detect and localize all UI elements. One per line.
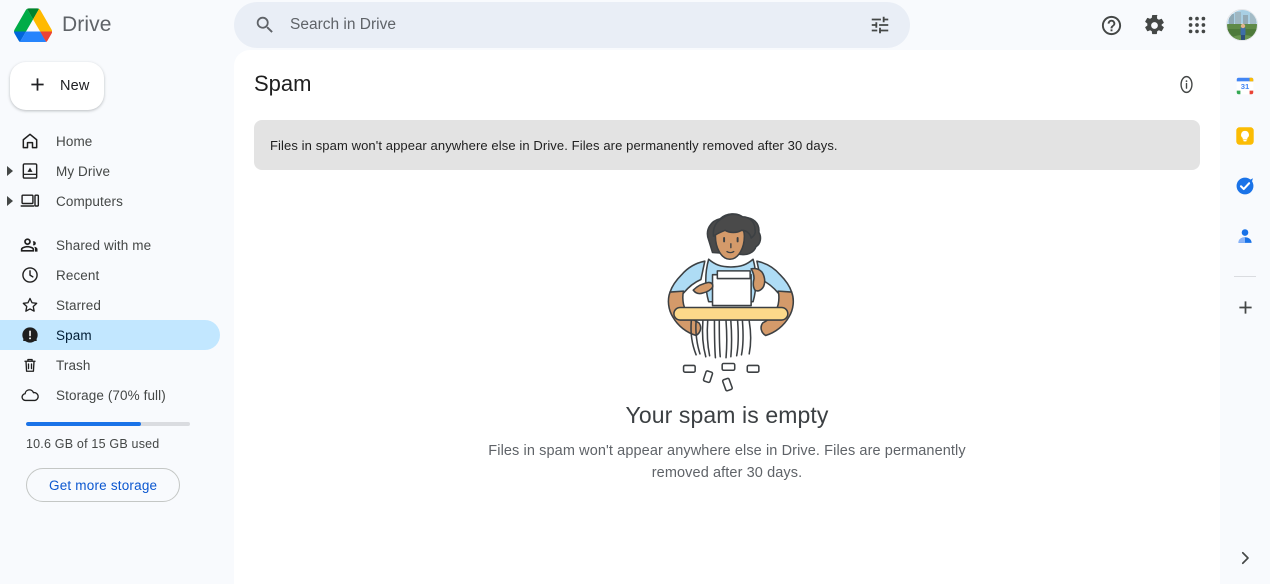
computer-icon — [20, 191, 40, 211]
expand-computers-icon[interactable] — [4, 195, 16, 207]
new-button-label: New — [60, 78, 90, 94]
sidebar-divider-gap — [0, 216, 220, 230]
trash-icon — [20, 355, 40, 375]
sidebar-item-label: Home — [56, 133, 93, 149]
sidebar-item-label: Trash — [56, 357, 91, 373]
search-icon[interactable] — [250, 10, 280, 40]
spam-notice-banner: Files in spam won't appear anywhere else… — [254, 120, 1200, 170]
sidebar-item-label: Storage (70% full) — [56, 387, 166, 403]
help-circle-icon[interactable] — [1091, 5, 1131, 45]
people-icon — [20, 235, 40, 255]
storage-progress-fill — [26, 422, 141, 426]
google-tasks-icon[interactable] — [1227, 168, 1263, 204]
tune-filter-icon[interactable] — [864, 9, 896, 41]
sidebar: New Home My Drive Computers Shared with … — [0, 50, 234, 584]
google-keep-icon[interactable] — [1227, 118, 1263, 154]
paper-shredder-illustration — [616, 196, 838, 392]
sidebar-item-label: Recent — [56, 267, 100, 283]
google-drive-logo-icon — [14, 8, 52, 42]
main-header: Spam — [234, 50, 1220, 118]
sidebar-item-trash[interactable]: Trash — [0, 350, 220, 380]
sidebar-item-label: My Drive — [56, 163, 111, 179]
sidebar-item-computers[interactable]: Computers — [0, 186, 220, 216]
info-circle-icon[interactable] — [1168, 66, 1204, 102]
google-calendar-icon[interactable]: 31 — [1227, 68, 1263, 104]
svg-text:31: 31 — [1241, 82, 1250, 91]
sidebar-item-home[interactable]: Home — [0, 126, 220, 156]
google-contacts-icon[interactable] — [1227, 218, 1263, 254]
my-drive-icon — [20, 161, 40, 181]
sidebar-item-label: Spam — [56, 327, 92, 343]
sidebar-item-recent[interactable]: Recent — [0, 260, 220, 290]
empty-state-subtitle: Files in spam won't appear anywhere else… — [488, 443, 966, 481]
search-input[interactable] — [280, 3, 864, 47]
plus-icon — [27, 74, 48, 98]
empty-state-title: Your spam is empty — [625, 402, 829, 428]
brand-area[interactable]: Drive — [0, 0, 234, 50]
apps-grid-icon[interactable] — [1177, 5, 1217, 45]
brand-name: Drive — [62, 13, 112, 36]
empty-state: Your spam is empty Files in spam won't a… — [234, 196, 1220, 484]
side-panel: 31 — [1220, 50, 1270, 584]
sidebar-item-shared-with-me[interactable]: Shared with me — [0, 230, 220, 260]
storage-usage-text: 10.6 GB of 15 GB used — [26, 437, 160, 451]
cloud-icon — [20, 385, 40, 405]
spam-notice-text: Files in spam won't appear anywhere else… — [270, 137, 838, 153]
new-button[interactable]: New — [10, 62, 104, 110]
sidebar-nav: Home My Drive Computers Shared with me R… — [0, 126, 234, 410]
clock-icon — [20, 265, 40, 285]
sidebar-item-spam[interactable]: Spam — [0, 320, 220, 350]
gear-icon[interactable] — [1134, 5, 1174, 45]
sidebar-item-label: Computers — [56, 193, 123, 209]
sidebar-item-starred[interactable]: Starred — [0, 290, 220, 320]
spam-exclamation-icon — [20, 325, 40, 345]
sidebar-item-label: Starred — [56, 297, 101, 313]
top-actions — [1091, 5, 1270, 45]
page-title: Spam — [254, 71, 312, 96]
avatar[interactable] — [1226, 9, 1258, 41]
star-icon — [20, 295, 40, 315]
add-ons-plus-icon[interactable] — [1227, 289, 1263, 325]
side-panel-divider — [1234, 276, 1256, 277]
top-bar: Drive — [0, 0, 1270, 50]
search-bar[interactable] — [234, 2, 910, 48]
expand-my-drive-icon[interactable] — [4, 165, 16, 177]
sidebar-item-label: Shared with me — [56, 237, 152, 253]
sidebar-item-my-drive[interactable]: My Drive — [0, 156, 220, 186]
sidebar-item-storage[interactable]: Storage (70% full) — [0, 380, 220, 410]
get-more-storage-button[interactable]: Get more storage — [26, 468, 181, 502]
storage-progress-bar[interactable] — [26, 422, 190, 426]
home-icon — [20, 131, 40, 151]
main-content: Spam Files in spam won't appear anywhere… — [234, 50, 1220, 584]
collapse-side-panel-chevron-right-icon[interactable] — [1229, 542, 1261, 574]
